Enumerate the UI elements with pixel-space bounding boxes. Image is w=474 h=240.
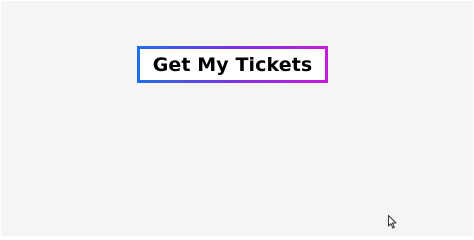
get-my-tickets-label: Get My Tickets: [152, 53, 313, 76]
mouse-pointer-icon: [388, 215, 397, 229]
get-my-tickets-button[interactable]: Get My Tickets: [137, 46, 328, 83]
page-background: Get My Tickets: [1, 1, 473, 236]
